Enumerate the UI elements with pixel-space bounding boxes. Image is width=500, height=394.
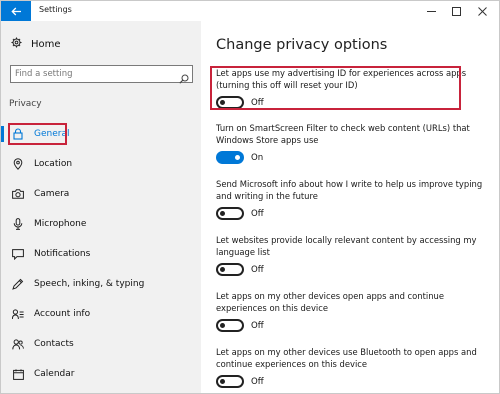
location-icon xyxy=(12,158,24,170)
camera-icon xyxy=(12,188,24,200)
toggle-state-label: Off xyxy=(251,320,264,331)
sidebar-item-camera[interactable]: Camera xyxy=(1,179,201,209)
toggle-knob xyxy=(220,267,225,272)
option-description: Let apps on my other devices open apps a… xyxy=(216,291,444,313)
toggle-knob xyxy=(235,155,240,160)
option-description: Turn on SmartScreen Filter to check web … xyxy=(216,123,470,145)
sidebar-item-speech[interactable]: Speech, inking, & typing xyxy=(1,269,201,299)
section-label: Privacy xyxy=(9,99,42,109)
option-typing-info: Send Microsoft info about how I write to… xyxy=(216,178,491,220)
sidebar-item-label: Contacts xyxy=(34,339,74,349)
option-language-list: Let websites provide locally relevant co… xyxy=(216,234,491,276)
settings-window: Settings Home Find a setting Privacy Gen… xyxy=(0,0,500,394)
toggle-state-label: Off xyxy=(251,264,264,275)
sidebar-item-calendar[interactable]: Calendar xyxy=(1,359,201,389)
notifications-icon xyxy=(12,248,24,260)
maximize-icon xyxy=(451,6,461,16)
language-list-toggle[interactable] xyxy=(216,263,244,276)
smartscreen-toggle[interactable] xyxy=(216,151,244,164)
toggle-row: Off xyxy=(216,319,491,332)
home-label: Home xyxy=(31,38,61,50)
sidebar-item-account-info[interactable]: Account info xyxy=(1,299,201,329)
sidebar-nav: General Location Camera Microphone Notif… xyxy=(1,119,201,389)
toggle-state-label: Off xyxy=(251,376,264,387)
toggle-state-label: On xyxy=(251,152,264,163)
other-devices-toggle[interactable] xyxy=(216,319,244,332)
option-bluetooth-devices: Let apps on my other devices use Bluetoo… xyxy=(216,346,491,388)
account-icon xyxy=(12,308,24,320)
bluetooth-devices-toggle[interactable] xyxy=(216,375,244,388)
close-icon xyxy=(477,6,487,16)
toggle-state-label: Off xyxy=(251,208,264,219)
sidebar-item-label: Location xyxy=(34,159,73,169)
option-other-devices: Let apps on my other devices open apps a… xyxy=(216,290,491,332)
sidebar-item-label: Calendar xyxy=(34,369,75,379)
search-box[interactable] xyxy=(10,65,193,84)
toggle-row: Off xyxy=(216,263,491,276)
sidebar-item-label: Microphone xyxy=(34,219,87,229)
option-description: Send Microsoft info about how I write to… xyxy=(216,179,483,201)
minimize-icon xyxy=(426,10,436,12)
toggle-row: Off xyxy=(216,375,491,388)
toggle-knob xyxy=(220,323,225,328)
highlight-box xyxy=(210,66,461,110)
window-title: Settings xyxy=(39,5,72,14)
option-description: Let apps on my other devices use Bluetoo… xyxy=(216,347,477,369)
back-arrow-icon xyxy=(10,7,21,15)
contacts-icon xyxy=(12,338,24,350)
close-button[interactable] xyxy=(470,1,494,21)
sidebar-item-general[interactable]: General xyxy=(1,119,201,149)
highlight-box xyxy=(8,123,67,145)
home-link[interactable]: Home xyxy=(11,37,61,51)
selection-accent xyxy=(1,126,4,142)
option-smartscreen: Turn on SmartScreen Filter to check web … xyxy=(216,122,491,164)
typing-info-toggle[interactable] xyxy=(216,207,244,220)
minimize-button[interactable] xyxy=(419,1,443,21)
gear-icon xyxy=(11,37,22,51)
calendar-icon xyxy=(12,368,24,380)
search-input[interactable] xyxy=(15,66,175,82)
toggle-row: Off xyxy=(216,207,491,220)
title-bar: Settings xyxy=(1,1,499,21)
sidebar-item-microphone[interactable]: Microphone xyxy=(1,209,201,239)
page-title: Change privacy options xyxy=(216,37,388,53)
sidebar-item-contacts[interactable]: Contacts xyxy=(1,329,201,359)
search-icon[interactable] xyxy=(179,69,189,88)
speech-icon xyxy=(12,278,24,290)
sidebar: Home Privacy xyxy=(1,21,201,393)
sidebar-item-notifications[interactable]: Notifications xyxy=(1,239,201,269)
sidebar-item-location[interactable]: Location xyxy=(1,149,201,179)
sidebar-item-label: Speech, inking, & typing xyxy=(34,279,145,289)
toggle-row: On xyxy=(216,151,491,164)
toggle-knob xyxy=(220,211,225,216)
back-button[interactable] xyxy=(1,1,31,21)
microphone-icon xyxy=(12,218,24,230)
maximize-button[interactable] xyxy=(444,1,468,21)
option-description: Let websites provide locally relevant co… xyxy=(216,235,477,257)
sidebar-item-label: Camera xyxy=(34,189,70,199)
toggle-knob xyxy=(220,379,225,384)
sidebar-item-label: Notifications xyxy=(34,249,91,259)
sidebar-item-label: Account info xyxy=(34,309,91,319)
